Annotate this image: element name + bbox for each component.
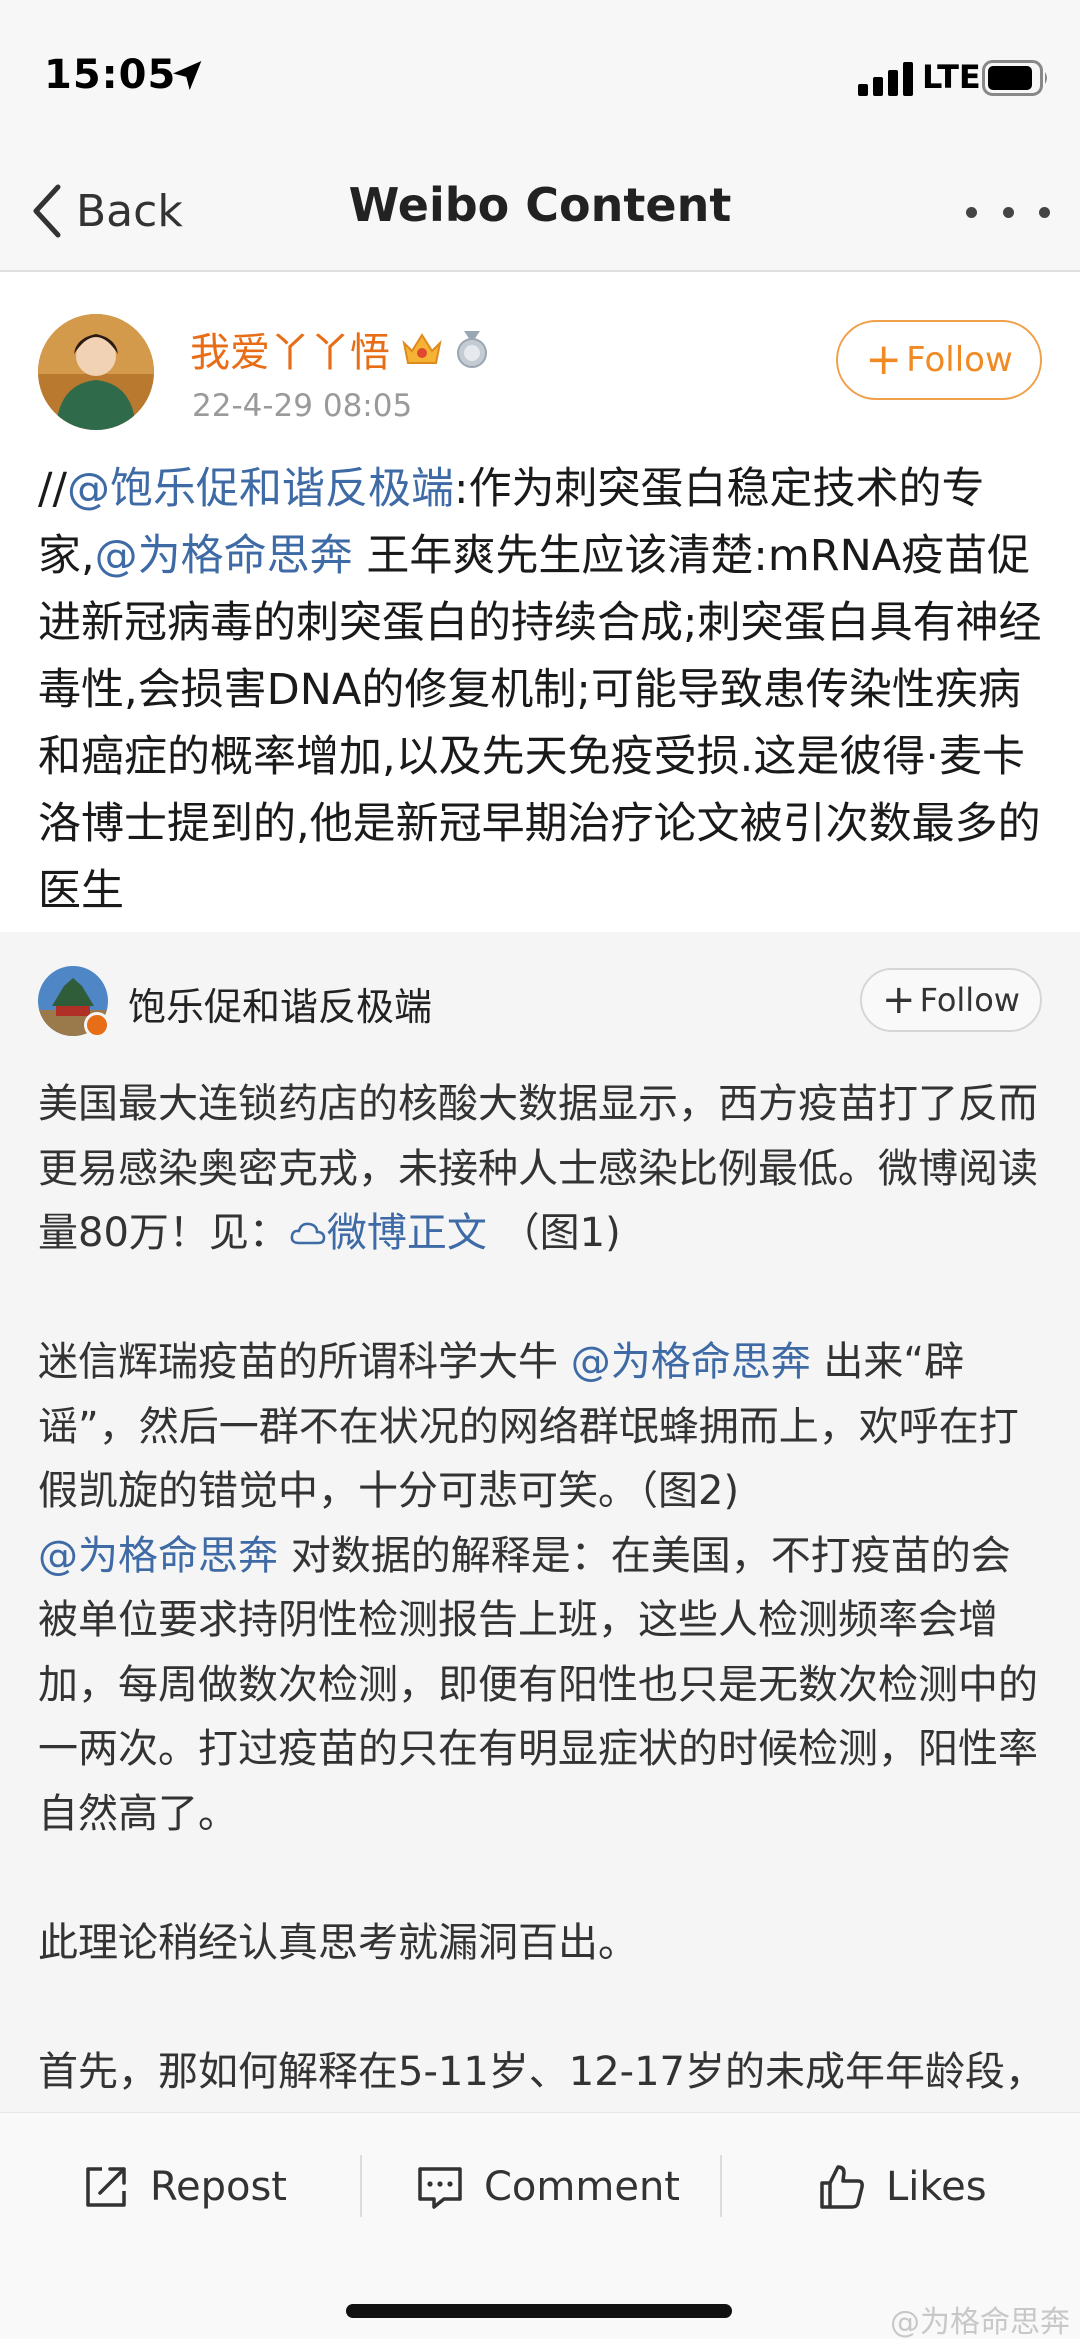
paragraph: 迷信辉瑞疫苗的所谓科学大牛 @为格命思奔 出来“辟谣”，然后一群不在状况的网络群… [38, 1330, 1048, 1524]
likes-label: Likes [886, 2164, 987, 2210]
paragraph-text: 迷信辉瑞疫苗的所谓科学大牛 [38, 1339, 571, 1385]
follow-label: Follow [906, 340, 1013, 380]
page-title: Weibo Content [348, 178, 732, 232]
plus-icon: + [865, 334, 903, 385]
paragraph-text: （图1) [486, 1210, 621, 1256]
follow-button[interactable]: + Follow [836, 320, 1042, 400]
post-timestamp: 22-4-29 08:05 [192, 388, 413, 424]
divider [720, 2155, 722, 2217]
post-text-segment: 王年爽先生应该清楚:mRNA疫苗促进新冠病毒的刺突蛋白的持续合成;刺突蛋白具有神… [38, 531, 1042, 916]
original-post-body: 美国最大连锁药店的核酸大数据显示，西方疫苗打了反而更易感染奥密克戎，未接种人士感… [38, 1072, 1048, 2112]
likes-button[interactable]: Likes [816, 2149, 987, 2225]
verified-badge-icon [84, 1012, 110, 1038]
reposted-content[interactable]: 饱乐促和谐反极端 + Follow 美国最大连锁药店的核酸大数据显示，西方疫苗打… [0, 932, 1080, 2112]
medal-icon [457, 331, 487, 368]
paragraph-text: 此理论稍经认真思考就漏洞百出。 [38, 1919, 638, 1966]
network-type: LTE [922, 58, 981, 96]
comment-button[interactable]: Comment [414, 2149, 680, 2225]
original-author-name[interactable]: 饱乐促和谐反极端 [128, 976, 432, 1031]
comment-icon [418, 2167, 462, 2209]
signal-icon [858, 62, 913, 96]
status-time: 15:05 [44, 52, 177, 98]
action-bar: Repost Comment Likes @为格命思奔 [0, 2112, 1080, 2339]
author-name[interactable]: 我爱丫丫悟 [190, 320, 390, 378]
watermark: @为格命思奔 [890, 2305, 1070, 2339]
battery-icon [982, 60, 1047, 96]
weibo-link[interactable]: 微博正文 [289, 1210, 487, 1256]
comment-label: Comment [484, 2164, 680, 2210]
post-body: //@饱乐促和谐反极端:作为刺突蛋白稳定技术的专家,@为格命思奔 王年爽先生应该… [38, 456, 1048, 925]
paragraph: 此理论稍经认真思考就漏洞百出。 [38, 1911, 1048, 1976]
nav-bar: Back Weibo Content [0, 150, 1080, 272]
link-text: 微博正文 [326, 1210, 487, 1256]
location-arrow-icon [173, 61, 202, 91]
paragraph: 美国最大连锁药店的核酸大数据显示，西方疫苗打了反而更易感染奥密克戎，未接种人士感… [38, 1072, 1048, 1266]
post-text-prefix: // [38, 464, 67, 514]
repost-button[interactable]: Repost [80, 2149, 287, 2225]
dot-icon [1039, 206, 1050, 218]
paragraph: @为格命思奔 对数据的解释是：在美国，不打疫苗的会被单位要求持阴性检测报告上班，… [38, 1524, 1048, 1847]
vip-crown-icon [402, 333, 442, 364]
home-indicator[interactable] [346, 2304, 732, 2318]
link-icon [290, 1222, 326, 1245]
author-avatar[interactable] [38, 314, 154, 430]
paragraph-text: 首先，那如何解释在5-11岁、12-17岁的未成年年龄段，还有65以上的退休年龄… [38, 2048, 1046, 2095]
repost-label: Repost [150, 2164, 287, 2210]
mention-link[interactable]: @为格命思奔 [95, 531, 353, 581]
thumbs-up-icon [820, 2165, 864, 2209]
original-follow-button[interactable]: + Follow [860, 968, 1042, 1032]
follow-label: Follow [919, 981, 1020, 1019]
divider [360, 2155, 362, 2217]
dot-icon [1002, 206, 1014, 218]
author-name-row: 我爱丫丫悟 [190, 320, 492, 378]
dot-icon [966, 206, 977, 218]
more-options-button[interactable] [966, 192, 1050, 232]
mention-link[interactable]: @为格命思奔 [571, 1339, 811, 1385]
plus-icon: + [882, 977, 916, 1023]
mention-link[interactable]: @饱乐促和谐反极端 [67, 464, 454, 514]
mention-link[interactable]: @为格命思奔 [38, 1533, 278, 1579]
avatar-image [38, 314, 154, 430]
paragraph: 首先，那如何解释在5-11岁、12-17岁的未成年年龄段，还有65以上的退休年龄… [38, 2040, 1048, 2113]
repost-icon [86, 2167, 126, 2207]
status-bar: 15:05 LTE [0, 0, 1080, 150]
